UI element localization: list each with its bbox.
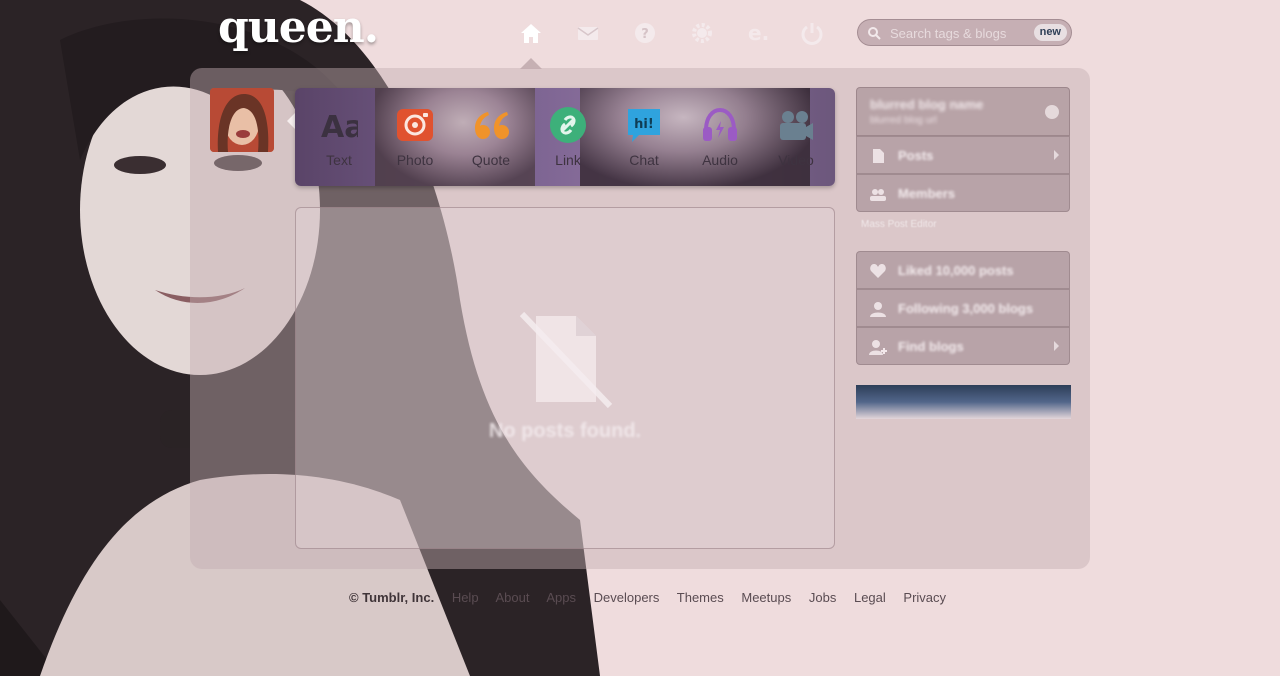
- footer-link-help[interactable]: Help: [452, 590, 479, 605]
- footer-link-jobs[interactable]: Jobs: [809, 590, 836, 605]
- svg-text:?: ?: [641, 27, 649, 42]
- search-bar[interactable]: new: [857, 19, 1072, 46]
- no-posts-icon: [519, 311, 613, 409]
- post-type-bar: Aa Text Photo Quote Link hi! Chat Audio …: [295, 88, 835, 186]
- sidebar-item-following[interactable]: Following 3,000 blogs: [856, 289, 1070, 327]
- avatar-caret: [287, 113, 295, 129]
- video-camera-icon: [780, 111, 813, 140]
- footer-link-legal[interactable]: Legal: [854, 590, 886, 605]
- footer: © Tumblr, Inc. Help About Apps Developer…: [349, 590, 960, 608]
- svg-text:e.: e.: [748, 21, 769, 45]
- logo[interactable]: queen.: [218, 2, 379, 53]
- settings-icon[interactable]: [689, 20, 715, 46]
- camera-icon: [397, 109, 433, 141]
- footer-link-developers[interactable]: Developers: [594, 590, 660, 605]
- post-type-label: Video: [778, 152, 814, 168]
- svg-text:Aa: Aa: [321, 110, 358, 144]
- sidebar-item-label: Find blogs: [898, 339, 964, 354]
- chevron-right-icon: [1054, 341, 1059, 351]
- sidebar-item-label: Posts: [898, 148, 934, 163]
- mass-post-editor-link[interactable]: Mass Post Editor: [861, 219, 937, 230]
- post-type-text[interactable]: Aa Text: [301, 88, 377, 186]
- quote-icon: [475, 112, 509, 139]
- search-icon: [868, 27, 881, 40]
- post-type-label: Text: [326, 152, 352, 168]
- link-icon: [550, 107, 586, 143]
- sidebar-item-find-blogs[interactable]: Find blogs: [856, 327, 1070, 365]
- members-icon: [870, 189, 886, 201]
- footer-link-meetups[interactable]: Meetups: [741, 590, 791, 605]
- explore-icon[interactable]: e.: [746, 20, 772, 46]
- headphones-icon: [703, 107, 737, 141]
- sidebar-item-label: Following 3,000 blogs: [898, 301, 1034, 316]
- post-type-video[interactable]: Video: [758, 88, 834, 186]
- blog-header[interactable]: blurred blog name blurred blog url: [856, 87, 1070, 136]
- post-type-audio[interactable]: Audio: [682, 88, 758, 186]
- chat-icon-text: hi!: [634, 117, 654, 132]
- heart-icon: [870, 264, 886, 278]
- radar-image[interactable]: [856, 385, 1071, 419]
- footer-link-privacy[interactable]: Privacy: [903, 590, 946, 605]
- home-icon[interactable]: [518, 20, 544, 46]
- post-type-label: Link: [555, 152, 581, 168]
- post-type-label: Audio: [702, 152, 738, 168]
- sidebar-item-likes[interactable]: Liked 10,000 posts: [856, 251, 1070, 289]
- user-icon: [870, 302, 886, 317]
- sidebar-item-members[interactable]: Members: [856, 174, 1070, 212]
- post-type-chat[interactable]: hi! Chat: [606, 88, 682, 186]
- no-posts-message: No posts found.: [488, 420, 642, 442]
- sidebar-item-label: Liked 10,000 posts: [898, 263, 1014, 278]
- footer-link-about[interactable]: About: [495, 590, 529, 605]
- mail-icon[interactable]: [575, 20, 601, 46]
- post-type-label: Quote: [471, 152, 511, 168]
- post-type-quote[interactable]: Quote: [453, 88, 529, 186]
- chat-icon: hi!: [628, 109, 660, 142]
- post-type-label: Chat: [629, 152, 659, 168]
- footer-copyright: © Tumblr, Inc.: [349, 590, 435, 605]
- post-type-link[interactable]: Link: [530, 88, 606, 186]
- chevron-right-icon: [1054, 150, 1059, 160]
- sidebar-item-label: Members: [898, 186, 956, 201]
- plus-icon[interactable]: [1045, 105, 1059, 119]
- add-user-icon: [869, 340, 887, 355]
- power-icon[interactable]: [799, 20, 825, 46]
- avatar[interactable]: [210, 88, 274, 152]
- search-input[interactable]: [888, 23, 1032, 44]
- help-icon[interactable]: ?: [632, 20, 658, 46]
- post-type-photo[interactable]: Photo: [377, 88, 453, 186]
- blog-url: blurred blog url: [870, 115, 937, 126]
- footer-link-themes[interactable]: Themes: [677, 590, 724, 605]
- post-type-label: Photo: [396, 152, 434, 168]
- footer-link-apps[interactable]: Apps: [546, 590, 576, 605]
- blog-name: blurred blog name: [870, 97, 984, 112]
- sidebar-item-posts[interactable]: Posts: [856, 136, 1070, 174]
- new-badge: new: [1033, 24, 1067, 41]
- document-icon: [873, 149, 884, 163]
- text-icon: Aa: [321, 110, 358, 144]
